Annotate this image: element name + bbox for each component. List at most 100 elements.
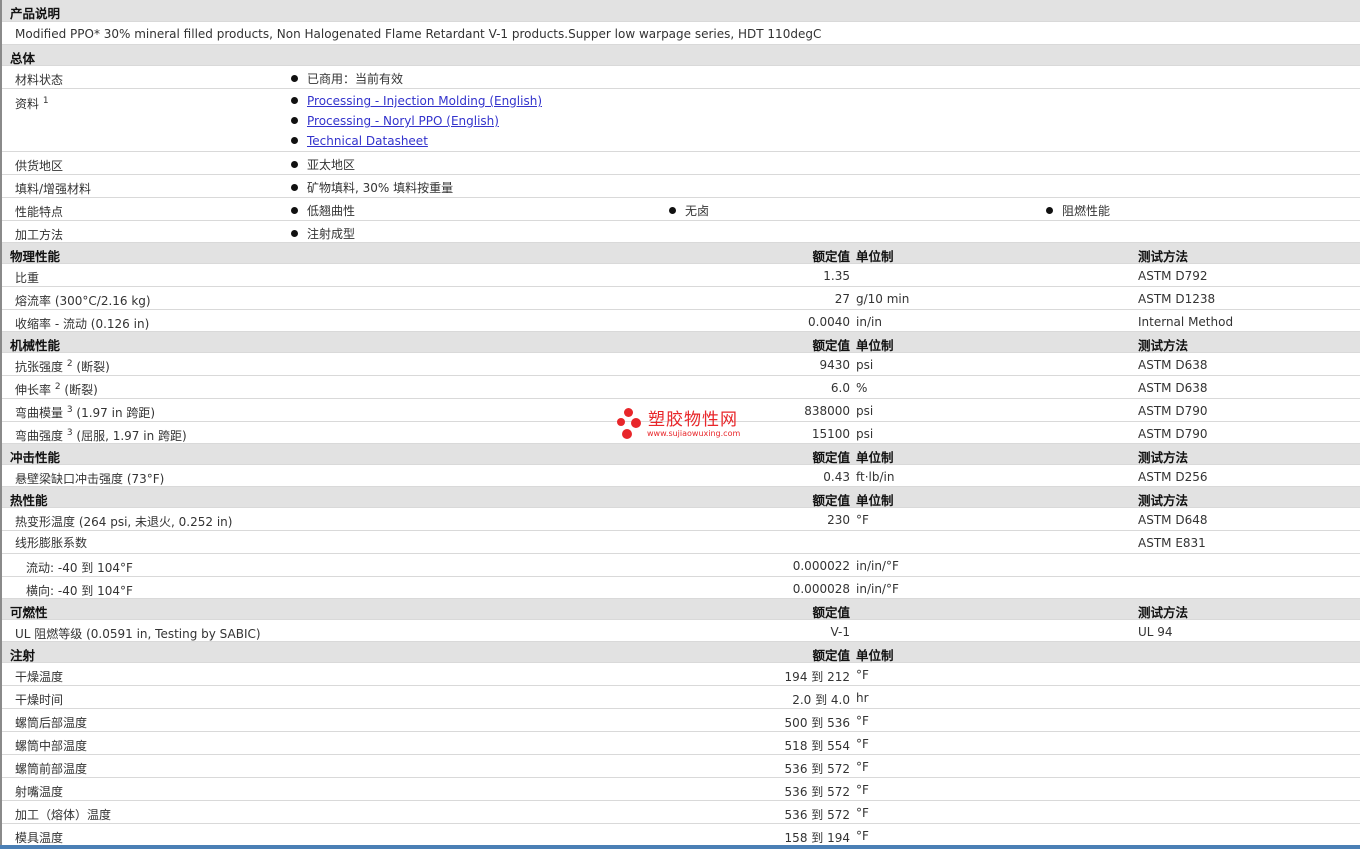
- feature-item: 无卤: [669, 202, 709, 219]
- process-label: 加工方法: [15, 228, 64, 242]
- property-value: 500 到 536: [784, 716, 850, 730]
- features-label: 性能特点: [15, 205, 64, 219]
- property-unit: °F: [856, 806, 869, 820]
- section-title: 热性能: [10, 493, 48, 508]
- bullet-icon: [291, 184, 298, 191]
- doc-link-injection[interactable]: Processing - Injection Molding (English): [291, 94, 542, 108]
- property-label: 流动: -40 到 104°F: [26, 561, 133, 575]
- table-row: 螺筒中部温度 518 到 554 °F: [0, 732, 1360, 755]
- property-label: 伸长率 2 (断裂): [15, 382, 98, 397]
- watermark-name: 塑胶物性网: [648, 410, 738, 430]
- logo-dot-icon: [617, 418, 625, 426]
- property-value: V-1: [830, 625, 850, 639]
- header-method: 测试方法: [1138, 450, 1189, 465]
- process-row: 加工方法 注射成型: [0, 221, 1360, 243]
- property-label: 热变形温度 (264 psi, 未退火, 0.252 in): [15, 515, 233, 529]
- doc-link-tds[interactable]: Technical Datasheet: [291, 134, 428, 148]
- property-value: 0.000028: [792, 582, 850, 596]
- property-unit: °F: [856, 737, 869, 751]
- property-unit: °F: [856, 783, 869, 797]
- property-method: UL 94: [1138, 625, 1173, 639]
- property-label: UL 阻燃等级 (0.0591 in, Testing by SABIC): [15, 627, 261, 641]
- section-general: 总体: [0, 45, 1360, 66]
- section-mechanical: 机械性能 额定值 单位制 测试方法: [0, 332, 1360, 353]
- property-unit: °F: [856, 714, 869, 728]
- property-label: 弯曲模量 3 (1.97 in 跨距): [15, 405, 156, 420]
- property-unit: psi: [856, 358, 874, 372]
- table-row: 悬壁梁缺口冲击强度 (73°F) 0.43 ft·lb/in ASTM D256: [0, 465, 1360, 487]
- bullet-icon: [291, 117, 298, 124]
- table-row: 加工（熔体）温度 536 到 572 °F: [0, 801, 1360, 824]
- property-label: 比重: [15, 271, 40, 285]
- status-label: 材料状态: [15, 73, 64, 87]
- bullet-icon: [291, 137, 298, 144]
- property-unit: psi: [856, 404, 874, 418]
- property-label: 加工（熔体）温度: [15, 808, 112, 822]
- property-unit: in/in/°F: [856, 559, 899, 573]
- header-nominal: 额定值: [812, 605, 850, 620]
- property-label: 横向: -40 到 104°F: [26, 584, 133, 598]
- table-row: 伸长率 2 (断裂) 6.0 % ASTM D638: [0, 376, 1360, 399]
- header-method: 测试方法: [1138, 493, 1189, 508]
- doc-link-noryl[interactable]: Processing - Noryl PPO (English): [291, 114, 499, 128]
- table-row: 熔流率 (300°C/2.16 kg) 27 g/10 min ASTM D12…: [0, 287, 1360, 310]
- table-row: 抗张强度 2 (断裂) 9430 psi ASTM D638: [0, 353, 1360, 376]
- property-label: 弯曲强度 3 (屈服, 1.97 in 跨距): [15, 428, 187, 443]
- header-nominal: 额定值: [812, 450, 850, 465]
- watermark-url: www.sujiaowuxing.com: [647, 429, 741, 438]
- bullet-icon: [1046, 207, 1053, 214]
- property-unit: °F: [856, 829, 869, 843]
- feature-item: 阻燃性能: [1046, 202, 1110, 219]
- header-method: 测试方法: [1138, 605, 1189, 620]
- table-row: 干燥温度 194 到 212 °F: [0, 663, 1360, 686]
- property-method: ASTM D1238: [1138, 292, 1216, 306]
- header-nominal: 额定值: [812, 493, 850, 508]
- property-unit: in/in/°F: [856, 582, 899, 596]
- property-unit: %: [856, 381, 868, 395]
- section-title: 可燃性: [10, 605, 48, 620]
- property-method: ASTM E831: [1138, 536, 1206, 550]
- logo-dot-icon: [624, 408, 633, 417]
- filler-label: 填料/增强材料: [15, 182, 92, 196]
- logo-dot-icon: [631, 418, 641, 428]
- description-text: Modified PPO* 30% mineral filled product…: [15, 27, 822, 41]
- property-method: ASTM D256: [1138, 470, 1208, 484]
- features-row: 性能特点 低翘曲性 无卤 阻燃性能: [0, 198, 1360, 221]
- property-value: 27: [834, 292, 850, 306]
- property-method: ASTM D638: [1138, 381, 1208, 395]
- header-unit: 单位制: [856, 493, 894, 508]
- section-title: 物理性能: [10, 249, 61, 264]
- property-unit: °F: [856, 668, 869, 682]
- property-method: Internal Method: [1138, 315, 1234, 329]
- bullet-icon: [669, 207, 676, 214]
- table-row: 干燥时间 2.0 到 4.0 hr: [0, 686, 1360, 709]
- property-value: 15100: [811, 427, 850, 441]
- bullet-icon: [291, 207, 298, 214]
- section-title: 产品说明: [10, 6, 61, 21]
- table-row: 收缩率 - 流动 (0.126 in) 0.0040 in/in Interna…: [0, 310, 1360, 332]
- header-method: 测试方法: [1138, 338, 1189, 353]
- header-nominal: 额定值: [812, 249, 850, 264]
- section-title: 总体: [10, 51, 36, 66]
- section-title: 机械性能: [10, 338, 61, 353]
- property-value: 230: [827, 513, 850, 527]
- filler-value: 矿物填料, 30% 填料按重量: [291, 179, 453, 196]
- header-unit: 单位制: [856, 450, 894, 465]
- table-row: UL 阻燃等级 (0.0591 in, Testing by SABIC) V-…: [0, 620, 1360, 642]
- section-injection: 注射 额定值 单位制: [0, 642, 1360, 663]
- property-value: 518 到 554: [784, 739, 850, 753]
- docs-row: 资料 1 Processing - Injection Molding (Eng…: [0, 89, 1360, 152]
- property-method: ASTM D648: [1138, 513, 1208, 527]
- property-label: 模具温度: [15, 831, 64, 845]
- property-label: 螺筒前部温度: [15, 762, 88, 776]
- property-label: 收缩率 - 流动 (0.126 in): [15, 317, 150, 331]
- header-unit: 单位制: [856, 648, 894, 663]
- table-row: 射嘴温度 536 到 572 °F: [0, 778, 1360, 801]
- property-unit: °F: [856, 513, 869, 527]
- property-label: 熔流率 (300°C/2.16 kg): [15, 294, 151, 308]
- property-value: 194 到 212: [784, 670, 850, 684]
- property-label: 抗张强度 2 (断裂): [15, 359, 110, 374]
- property-method: ASTM D790: [1138, 427, 1208, 441]
- table-row: 模具温度 158 到 194 °F: [0, 824, 1360, 845]
- property-label: 射嘴温度: [15, 785, 64, 799]
